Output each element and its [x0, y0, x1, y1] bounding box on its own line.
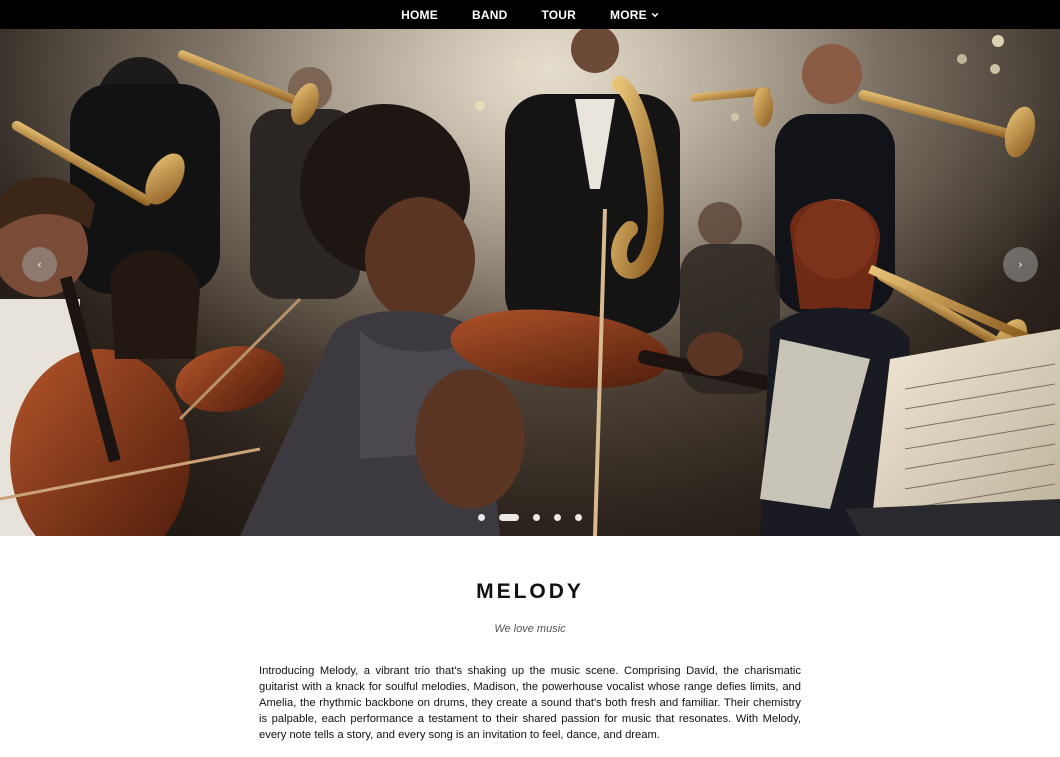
chevron-left-icon: ‹	[37, 258, 42, 271]
nav-more-label: MORE	[610, 7, 647, 22]
top-navbar: HOME BAND TOUR MORE	[0, 0, 1060, 29]
orchestra-photo	[0, 29, 1060, 536]
carousel-dot-3[interactable]	[533, 514, 540, 521]
page-subtitle: We love music	[494, 623, 566, 635]
nav-home-link[interactable]: HOME	[401, 8, 438, 22]
carousel-indicators	[0, 514, 1060, 521]
page-title: MELODY	[476, 580, 584, 603]
carousel-dot-1[interactable]	[478, 514, 485, 521]
hero-carousel: ‹ ›	[0, 29, 1060, 536]
nav-band-link[interactable]: BAND	[472, 8, 507, 22]
carousel-dot-4[interactable]	[554, 514, 561, 521]
nav-more-dropdown[interactable]: MORE	[610, 8, 659, 22]
carousel-dot-5[interactable]	[575, 514, 582, 521]
carousel-prev-button[interactable]: ‹	[22, 247, 57, 282]
chevron-down-icon	[651, 12, 659, 17]
nav-tour-link[interactable]: TOUR	[541, 8, 576, 22]
carousel-dot-2[interactable]	[499, 514, 519, 521]
carousel-next-button[interactable]: ›	[1003, 247, 1038, 282]
band-description: Introducing Melody, a vibrant trio that'…	[259, 665, 801, 741]
band-intro-section: MELODY We love music Introducing Melody,…	[0, 536, 1060, 757]
chevron-right-icon: ›	[1018, 258, 1023, 271]
